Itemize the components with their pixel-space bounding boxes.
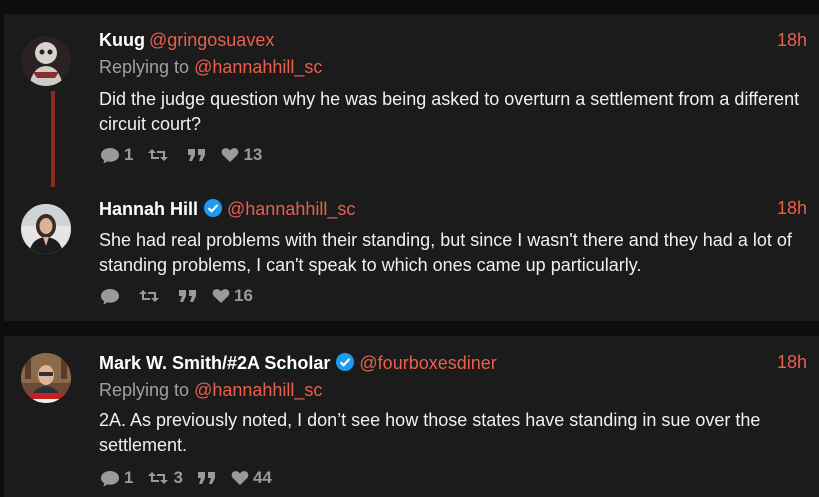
- author-name[interactable]: Hannah Hill: [99, 199, 198, 219]
- like-count: 16: [234, 286, 253, 305]
- tweet-text: She had real problems with their standin…: [99, 230, 792, 275]
- like-button[interactable]: 16: [212, 286, 253, 306]
- retweet-button[interactable]: [147, 147, 173, 163]
- author-name[interactable]: Mark W. Smith/#2A Scholar: [99, 353, 330, 373]
- reply-button[interactable]: [100, 288, 124, 305]
- author-name[interactable]: Kuug: [99, 30, 145, 50]
- retweet-icon: [148, 149, 169, 161]
- thread-connector: [51, 91, 55, 187]
- tweet-actions: 1 3 44: [100, 468, 286, 488]
- retweet-count: 3: [173, 468, 183, 487]
- tweet-actions: 1 13: [100, 145, 276, 165]
- quote-icon: [197, 472, 215, 484]
- author-handle[interactable]: @fourboxesdiner: [359, 353, 496, 373]
- thread-card: Kuug @gringosuavex 18h Replying to @hanna…: [4, 14, 819, 321]
- reply-icon: [101, 147, 119, 163]
- author-handle[interactable]: @gringosuavex: [149, 30, 274, 50]
- like-button[interactable]: 44: [231, 468, 272, 488]
- timestamp[interactable]: 18h: [777, 352, 807, 373]
- replying-to-handle[interactable]: @hannahhill_sc: [194, 380, 322, 400]
- reply-button[interactable]: 1: [100, 468, 133, 488]
- reply-count: 1: [124, 468, 134, 487]
- reply-icon: [101, 288, 119, 304]
- avatar[interactable]: [21, 36, 71, 86]
- replying-to-handle[interactable]: @hannahhill_sc: [194, 57, 322, 77]
- heart-icon: [231, 471, 249, 485]
- reply-icon: [101, 470, 119, 486]
- heart-icon: [212, 289, 230, 303]
- quote-button[interactable]: [178, 288, 198, 304]
- tweet-actions: 16: [100, 286, 267, 306]
- avatar[interactable]: [21, 353, 71, 403]
- retweet-button[interactable]: [138, 288, 164, 304]
- quote-icon: [179, 290, 196, 302]
- author-handle[interactable]: @hannahhill_sc: [227, 199, 355, 219]
- timestamp[interactable]: 18h: [777, 198, 807, 219]
- avatar[interactable]: [21, 204, 71, 254]
- tweet-text: Did the judge question why he was being …: [99, 89, 800, 134]
- retweet-button[interactable]: 3: [147, 468, 183, 488]
- like-count: 44: [252, 468, 272, 487]
- reply-count: 1: [124, 145, 134, 164]
- retweet-icon: [148, 472, 169, 484]
- replying-to-label: Replying to: [99, 57, 190, 77]
- tweet-card: Mark W. Smith/#2A Scholar @fourboxesdiner…: [4, 336, 819, 497]
- replying-to: Replying to @hannahhill_sc: [99, 57, 322, 78]
- replying-to: Replying to @hannahhill_sc: [99, 380, 322, 401]
- heart-icon: [222, 148, 239, 162]
- like-button[interactable]: 13: [221, 145, 262, 165]
- like-count: 13: [243, 145, 263, 164]
- verified-icon: [336, 353, 355, 371]
- replying-to-label: Replying to: [99, 380, 190, 400]
- timestamp[interactable]: 18h: [777, 30, 807, 51]
- retweet-icon: [139, 290, 159, 302]
- quote-icon: [188, 149, 206, 161]
- tweet-text: 2A. As previously noted, I don’t see how…: [99, 410, 761, 455]
- verified-icon: [204, 199, 223, 217]
- quote-button[interactable]: [197, 470, 217, 486]
- quote-button[interactable]: [187, 147, 207, 163]
- reply-button[interactable]: 1: [100, 145, 133, 165]
